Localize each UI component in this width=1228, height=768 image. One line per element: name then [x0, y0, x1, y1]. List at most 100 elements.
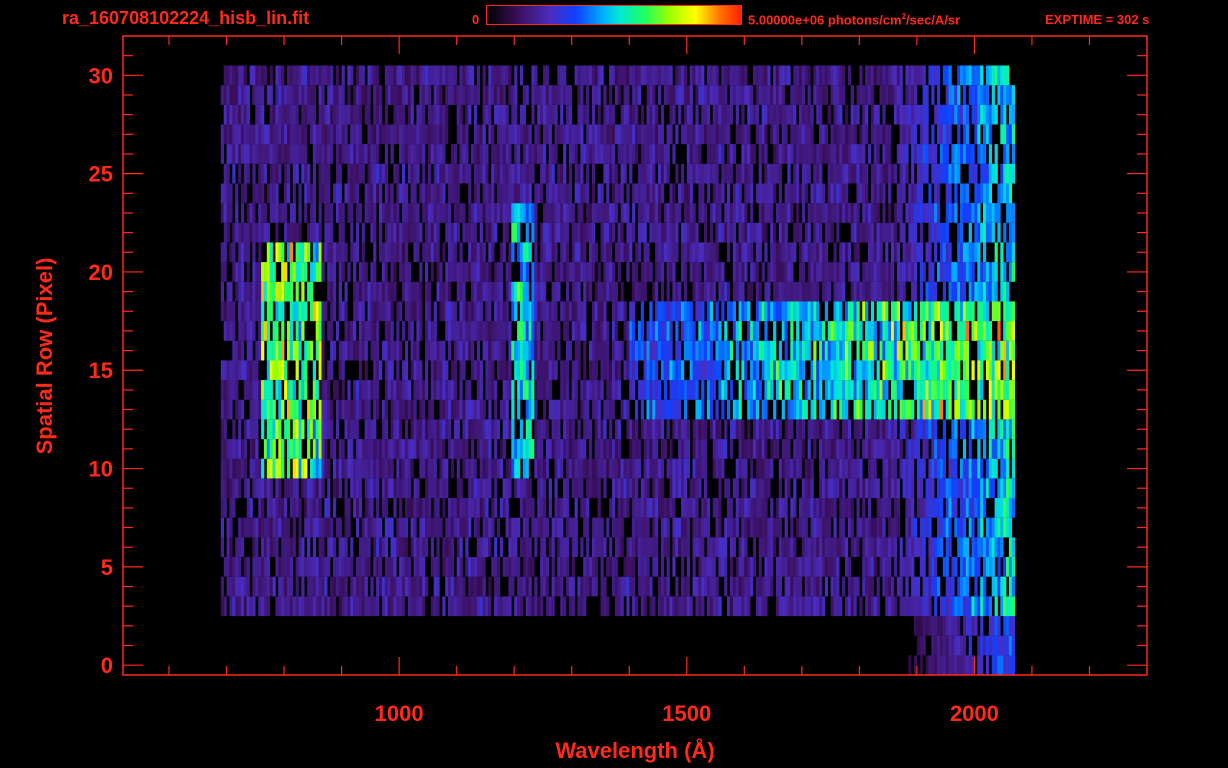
heatmap-cell — [882, 478, 886, 499]
heatmap-cell — [905, 557, 909, 577]
heatmap-cell — [977, 498, 981, 518]
heatmap-cell — [583, 557, 587, 577]
heatmap-cell — [891, 242, 895, 263]
heatmap-cell — [445, 301, 449, 322]
heatmap-cell — [637, 183, 642, 204]
heatmap-cell — [985, 222, 990, 243]
heatmap-cell — [491, 242, 495, 263]
heatmap-cell — [660, 301, 665, 322]
heatmap-cell — [295, 439, 299, 459]
heatmap-cell — [819, 537, 823, 558]
heatmap-cell — [338, 537, 342, 558]
heatmap-cell — [692, 281, 696, 302]
heatmap-cell — [266, 596, 270, 617]
heatmap-cell — [566, 458, 570, 479]
heatmap-cell — [816, 281, 820, 302]
heatmap-cell — [560, 439, 564, 459]
heatmap-cell — [937, 203, 941, 223]
heatmap-cell — [845, 498, 849, 518]
heatmap-cell — [813, 380, 817, 400]
heatmap-cell — [367, 183, 371, 204]
heatmap-cell — [859, 360, 863, 381]
heatmap-cell — [793, 183, 797, 204]
heatmap-cell — [341, 340, 345, 361]
heatmap-cell — [534, 458, 538, 479]
heatmap-cell — [240, 576, 245, 597]
heatmap-cell — [517, 281, 521, 302]
heatmap-cell — [799, 458, 803, 479]
heatmap-cell — [488, 399, 492, 420]
heatmap-cell — [793, 360, 797, 381]
heatmap-cell — [508, 419, 512, 440]
heatmap-cell — [471, 340, 475, 361]
heatmap-cell — [508, 163, 512, 184]
heatmap-cell — [612, 301, 616, 322]
heatmap-cell — [729, 576, 734, 597]
heatmap-cell — [962, 557, 967, 577]
heatmap-cell — [983, 537, 987, 558]
heatmap-cell — [261, 419, 265, 440]
heatmap-cell — [252, 262, 256, 282]
heatmap-cell — [488, 537, 492, 558]
heatmap-cell — [773, 399, 777, 420]
heatmap-cell — [752, 262, 757, 282]
heatmap-cell — [356, 439, 360, 459]
heatmap-cell — [813, 281, 817, 302]
heatmap-cell — [974, 576, 978, 597]
heatmap-cell — [479, 242, 483, 263]
heatmap-cell — [419, 380, 423, 400]
heatmap-cell — [813, 576, 817, 597]
heatmap-cell — [735, 321, 739, 341]
heatmap-cell — [511, 458, 515, 479]
heatmap-cell — [954, 419, 958, 440]
heatmap-cell — [563, 163, 567, 184]
heatmap-cell — [885, 537, 889, 558]
heatmap-cell — [287, 222, 291, 243]
heatmap-cell — [442, 458, 446, 479]
heatmap-cell — [350, 399, 354, 420]
heatmap-cell — [646, 557, 650, 577]
heatmap-cell — [393, 498, 397, 518]
heatmap-cell — [908, 517, 912, 538]
heatmap-cell — [275, 498, 279, 518]
heatmap-cell — [781, 281, 785, 302]
heatmap-cell — [554, 576, 558, 597]
heatmap-cell — [272, 537, 276, 558]
heatmap-cell — [261, 498, 265, 518]
heatmap-cell — [629, 380, 633, 400]
heatmap-cell — [390, 557, 394, 577]
heatmap-cell — [983, 281, 987, 302]
heatmap-cell — [813, 321, 817, 341]
heatmap-cell — [908, 596, 912, 617]
heatmap-cell — [278, 576, 282, 597]
heatmap-cell — [292, 517, 296, 538]
heatmap-cell — [261, 557, 265, 577]
heatmap-cell — [974, 203, 978, 223]
heatmap-cell — [859, 596, 863, 617]
heatmap-cell — [911, 517, 915, 538]
heatmap-cell — [934, 596, 938, 617]
heatmap-cell — [896, 360, 900, 381]
heatmap-cell — [606, 242, 610, 263]
heatmap-cell — [376, 557, 380, 577]
heatmap-cell — [304, 203, 308, 223]
heatmap-cell — [238, 360, 242, 381]
heatmap-cell — [459, 281, 463, 302]
heatmap-cell — [321, 321, 325, 341]
heatmap-cell — [974, 478, 978, 499]
heatmap-cell — [640, 557, 644, 577]
heatmap-cell — [413, 596, 417, 617]
heatmap-cell — [333, 183, 337, 204]
heatmap-cell — [773, 242, 777, 263]
heatmap-cell — [787, 458, 791, 479]
heatmap-cell — [962, 439, 967, 459]
heatmap-cell — [934, 222, 938, 243]
heatmap-cell — [263, 380, 268, 400]
heatmap-cell — [865, 360, 869, 381]
heatmap-cell — [321, 419, 325, 440]
heatmap-cell — [425, 537, 429, 558]
heatmap-cell — [908, 183, 912, 204]
heatmap-cell — [312, 222, 316, 243]
heatmap-cell — [635, 340, 639, 361]
heatmap-cell — [548, 222, 552, 243]
